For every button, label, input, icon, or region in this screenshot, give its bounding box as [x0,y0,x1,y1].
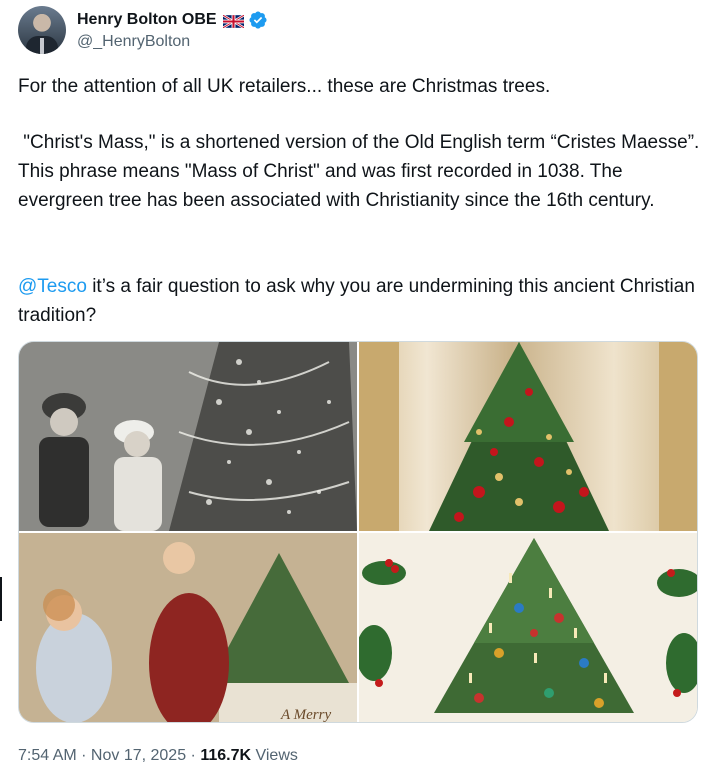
verified-badge-icon[interactable] [248,10,268,30]
mention-link[interactable]: @Tesco [18,276,87,297]
author-name[interactable]: Henry Bolton OBE [77,10,217,30]
meta-separator-1: · [76,747,91,764]
card-caption: A Merry [280,707,331,723]
media-grid: A Merry [18,341,698,723]
views-label: Views [251,747,298,764]
left-edge-rule [0,577,2,621]
tweet-meta: 7:54 AM · Nov 17, 2025 · 116.7K Views [18,746,298,766]
tweet-date[interactable]: Nov 17, 2025 [91,747,186,764]
author-block: Henry Bolton OBE @_HenryBolton [77,8,268,52]
tweet-header: Henry Bolton OBE @_HenryBolton [18,6,268,54]
media-image-illustrated-tree[interactable] [359,533,697,722]
views-count: 116.7K [200,747,252,764]
media-image-vintage-card[interactable]: A Merry [19,533,357,723]
tweet-line-1: For the attention of all UK retailers...… [18,76,551,97]
media-image-vintage-children[interactable] [19,342,357,531]
name-row: Henry Bolton OBE [77,10,268,30]
uk-flag-icon [221,13,245,29]
avatar[interactable] [18,6,66,54]
media-image-decorated-tree[interactable] [359,342,697,531]
meta-separator-2: · [186,747,201,764]
author-handle[interactable]: @_HenryBolton [77,32,268,52]
tweet-paragraph-3: @Tesco it’s a fair question to ask why y… [18,272,708,330]
tweet-time[interactable]: 7:54 AM [18,747,77,764]
tweet-paragraph-3-text: it’s a fair question to ask why you are … [18,276,701,326]
avatar-tie [40,38,44,54]
tweet-paragraph-2: "Christ's Mass," is a shortened version … [18,132,705,211]
